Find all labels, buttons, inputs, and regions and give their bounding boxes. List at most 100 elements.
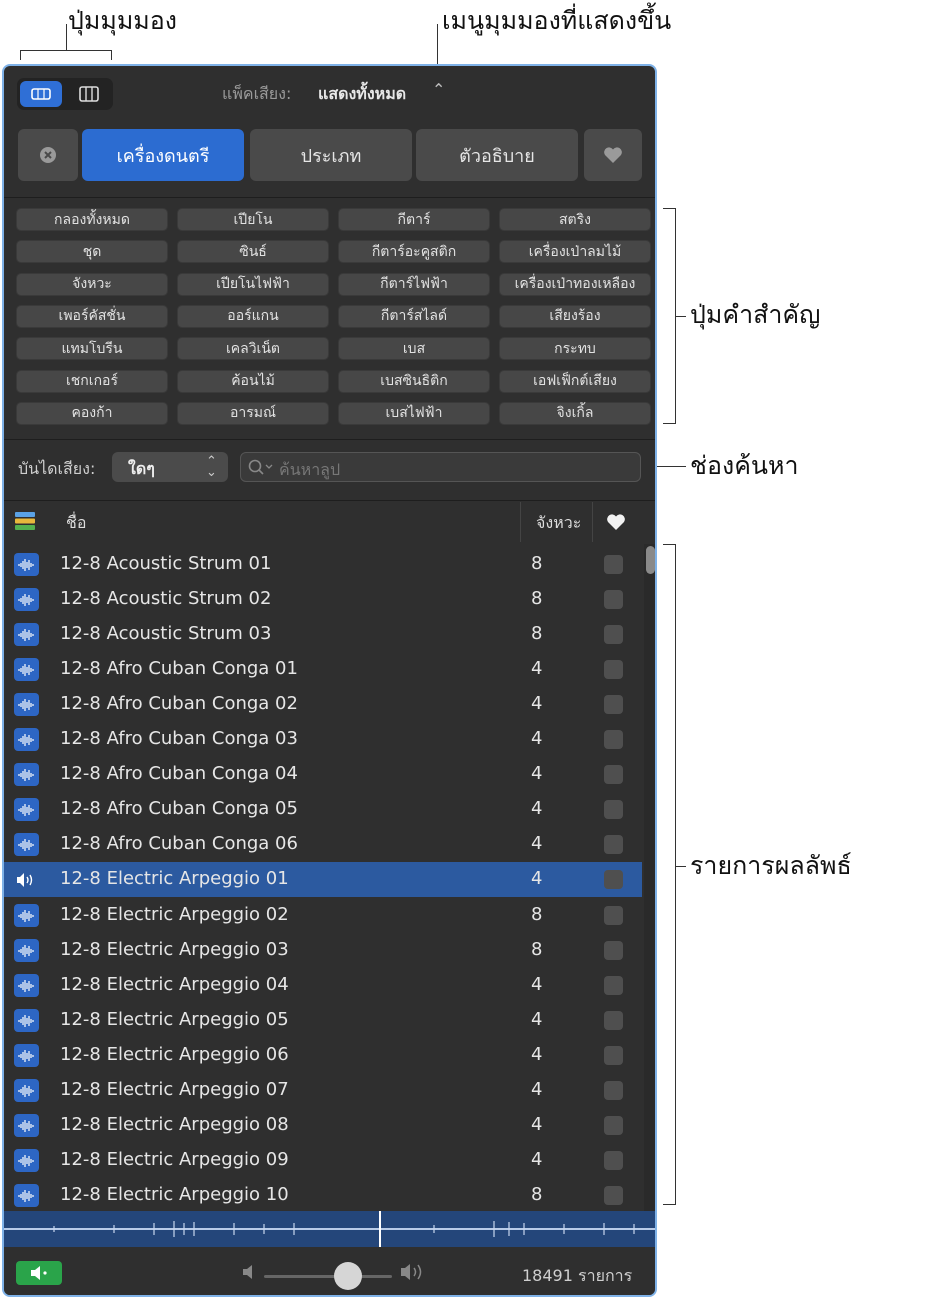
column-view-button[interactable] xyxy=(68,81,110,107)
waveform-preview[interactable] xyxy=(4,1211,655,1247)
favorite-checkbox[interactable] xyxy=(604,800,623,820)
loop-beats: 8 xyxy=(531,903,543,925)
search-input[interactable]: ค้นหาลูป xyxy=(240,452,641,482)
loop-name: 12-8 Acoustic Strum 03 xyxy=(60,623,272,645)
list-item[interactable]: 12-8 Electric Arpeggio 08 4 xyxy=(4,1108,642,1143)
color-stack-icon[interactable] xyxy=(15,511,35,531)
audio-loop-icon xyxy=(14,1148,39,1172)
favorite-checkbox[interactable] xyxy=(604,870,623,890)
favorite-checkbox[interactable] xyxy=(604,555,623,574)
list-item[interactable]: 12-8 Electric Arpeggio 07 4 xyxy=(4,1073,642,1108)
favorite-checkbox[interactable] xyxy=(604,695,623,715)
keyword-button[interactable]: เอฟเฟ็กต์เสียง xyxy=(499,369,651,393)
keyword-button[interactable]: เครื่องเป่าลมไม้ xyxy=(499,240,651,264)
keyword-button[interactable]: เปียโน xyxy=(177,208,329,231)
keyword-button[interactable]: กีตาร์ไฟฟ้า xyxy=(338,272,490,296)
favorite-checkbox[interactable] xyxy=(604,660,623,680)
tab-genre[interactable]: ประเภท xyxy=(250,129,412,181)
keyword-button[interactable]: คองก้า xyxy=(16,401,168,425)
keyword-button[interactable]: เสียงร้อง xyxy=(499,304,651,328)
loop-beats: 4 xyxy=(531,1148,543,1170)
keyword-button[interactable]: สตริง xyxy=(499,208,651,231)
favorite-checkbox[interactable] xyxy=(604,765,623,785)
keyword-button[interactable]: กีตาร์อะคูสติก xyxy=(338,240,490,264)
list-item[interactable]: 12-8 Electric Arpeggio 01 4 xyxy=(4,862,642,898)
keyword-button[interactable]: ออร์แกน xyxy=(177,304,329,328)
audio-loop-icon xyxy=(14,938,39,962)
reset-button[interactable] xyxy=(18,129,78,181)
keyword-button[interactable]: เคลวิเน็ต xyxy=(177,337,329,361)
pack-menu[interactable]: แสดงทั้งหมด xyxy=(318,82,406,107)
keyword-button[interactable]: อารมณ์ xyxy=(177,401,329,425)
keyword-button[interactable]: เปียโนไฟฟ้า xyxy=(177,272,329,296)
scale-select[interactable]: ใดๆ ⌃ ⌄ xyxy=(112,452,228,482)
favorite-checkbox[interactable] xyxy=(604,1185,623,1205)
keyword-button[interactable]: เพอร์คัสชั่น xyxy=(16,304,168,328)
list-item[interactable]: 12-8 Acoustic Strum 03 8 xyxy=(4,617,642,652)
button-view-button[interactable] xyxy=(20,81,62,107)
favorite-checkbox[interactable] xyxy=(604,835,623,855)
tab-instrument[interactable]: เครื่องดนตรี xyxy=(82,129,244,181)
list-item[interactable]: 12-8 Electric Arpeggio 04 4 xyxy=(4,968,642,1003)
loop-name: 12-8 Afro Cuban Conga 01 xyxy=(60,658,298,680)
favorite-checkbox[interactable] xyxy=(604,1150,623,1170)
loop-beats: 8 xyxy=(531,938,543,960)
keyword-button[interactable]: จังหวะ xyxy=(16,272,168,296)
loop-browser-panel: แพ็คเสียง: แสดงทั้งหมด ⌃ เครื่องดนตรี ปร… xyxy=(2,64,657,1297)
keyword-button[interactable]: ซินธ์ xyxy=(177,240,329,264)
keyword-button[interactable]: ชุด xyxy=(16,240,168,264)
loop-beats: 4 xyxy=(531,728,543,750)
list-item[interactable]: 12-8 Acoustic Strum 02 8 xyxy=(4,582,642,617)
updown-chevron-icon[interactable]: ⌃ xyxy=(432,80,445,99)
keyword-button[interactable]: ค้อนไม้ xyxy=(177,369,329,393)
favorite-checkbox[interactable] xyxy=(604,730,623,750)
volume-knob[interactable] xyxy=(334,1262,362,1290)
favorite-checkbox[interactable] xyxy=(604,590,623,610)
list-item[interactable]: 12-8 Afro Cuban Conga 05 4 xyxy=(4,792,642,827)
column-beats[interactable]: จังหวะ xyxy=(536,511,581,536)
heart-icon[interactable] xyxy=(606,513,626,531)
list-item[interactable]: 12-8 Electric Arpeggio 06 4 xyxy=(4,1038,642,1073)
favorite-checkbox[interactable] xyxy=(604,1115,623,1135)
scrollbar-thumb[interactable] xyxy=(646,546,655,574)
keyword-button[interactable]: กระทบ xyxy=(499,337,651,361)
keyword-button[interactable]: เบสซินธิติก xyxy=(338,369,490,393)
keyword-button[interactable]: จิงเกิ้ล xyxy=(499,401,651,425)
scrollbar-track[interactable] xyxy=(644,544,655,1214)
favorite-checkbox[interactable] xyxy=(604,625,623,645)
preview-speaker-button[interactable] xyxy=(16,1261,62,1285)
list-item[interactable]: 12-8 Afro Cuban Conga 03 4 xyxy=(4,722,642,757)
favorite-checkbox[interactable] xyxy=(604,1010,623,1030)
favorite-checkbox[interactable] xyxy=(604,975,623,995)
list-item[interactable]: 12-8 Electric Arpeggio 03 8 xyxy=(4,933,642,968)
keyword-button[interactable]: เบสไฟฟ้า xyxy=(338,401,490,425)
keyword-button[interactable]: เชกเกอร์ xyxy=(16,369,168,393)
favorite-checkbox[interactable] xyxy=(604,1045,623,1065)
audio-loop-icon xyxy=(14,553,39,576)
column-divider xyxy=(520,502,521,542)
list-item[interactable]: 12-8 Afro Cuban Conga 01 4 xyxy=(4,652,642,687)
favorite-checkbox[interactable] xyxy=(604,940,623,960)
list-item[interactable]: 12-8 Electric Arpeggio 10 8 xyxy=(4,1178,642,1213)
loop-name: 12-8 Afro Cuban Conga 03 xyxy=(60,728,298,750)
list-item[interactable]: 12-8 Electric Arpeggio 02 8 xyxy=(4,898,642,933)
keyword-button[interactable]: แทมโบรีน xyxy=(16,337,168,361)
volume-slider[interactable] xyxy=(264,1275,392,1278)
list-item[interactable]: 12-8 Electric Arpeggio 05 4 xyxy=(4,1003,642,1038)
favorite-checkbox[interactable] xyxy=(604,905,623,925)
list-item[interactable]: 12-8 Afro Cuban Conga 04 4 xyxy=(4,757,642,792)
keyword-button[interactable]: กลองทั้งหมด xyxy=(16,208,168,231)
waveform xyxy=(4,1211,655,1247)
column-name[interactable]: ชื่อ xyxy=(66,511,86,536)
keyword-button[interactable]: กีตาร์สไลด์ xyxy=(338,304,490,328)
favorites-button[interactable] xyxy=(584,129,642,181)
favorite-checkbox[interactable] xyxy=(604,1080,623,1100)
list-item[interactable]: 12-8 Acoustic Strum 01 8 xyxy=(4,547,642,582)
list-item[interactable]: 12-8 Electric Arpeggio 09 4 xyxy=(4,1143,642,1178)
list-item[interactable]: 12-8 Afro Cuban Conga 06 4 xyxy=(4,827,642,862)
list-item[interactable]: 12-8 Afro Cuban Conga 02 4 xyxy=(4,687,642,722)
keyword-button[interactable]: เครื่องเป่าทองเหลือง xyxy=(499,272,651,296)
keyword-button[interactable]: เบส xyxy=(338,337,490,361)
tab-descriptor[interactable]: ตัวอธิบาย xyxy=(416,129,578,181)
keyword-button[interactable]: กีตาร์ xyxy=(338,208,490,231)
